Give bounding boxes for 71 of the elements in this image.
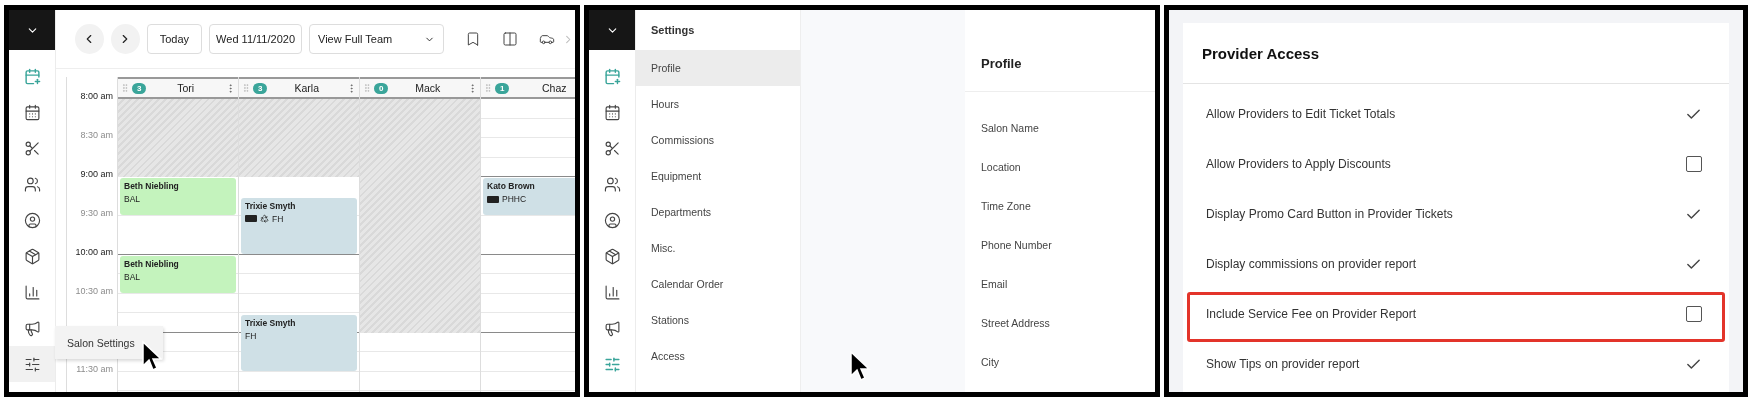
client-name: Kato Brown bbox=[487, 181, 536, 191]
option-label: Allow Providers to Apply Discounts bbox=[1206, 156, 1391, 173]
appointment-card[interactable]: Trixie Smyth FH bbox=[241, 314, 357, 371]
drag-handle-icon[interactable] bbox=[120, 83, 130, 93]
column-name: Mack bbox=[414, 82, 442, 94]
option-label: Display Promo Card Button in Provider Tickets bbox=[1206, 206, 1453, 223]
pointer-icon bbox=[849, 350, 871, 382]
appointment-card[interactable]: Beth Niebling BAL bbox=[120, 178, 236, 215]
time-label: 9:00 am bbox=[80, 169, 113, 179]
field-label: Time Zone bbox=[980, 198, 1032, 214]
client-name: Trixie Smyth bbox=[245, 317, 297, 328]
time-label: 8:30 am bbox=[80, 130, 113, 140]
service-code: FH bbox=[272, 213, 284, 224]
team-select[interactable]: View Full Team bbox=[309, 24, 445, 54]
today-button[interactable]: Today bbox=[146, 24, 203, 54]
menu-item[interactable]: Access bbox=[636, 338, 800, 374]
service-code: FH bbox=[245, 330, 257, 341]
service-code: PHHC bbox=[502, 194, 527, 204]
field-label: City bbox=[980, 354, 1001, 370]
option-label: Display commissions on provider report bbox=[1206, 256, 1417, 273]
columns-icon[interactable] bbox=[502, 31, 519, 47]
field-label: Salon Name bbox=[980, 120, 1040, 136]
appointment-card[interactable]: Beth Niebling BAL bbox=[120, 256, 236, 293]
card-icon bbox=[487, 195, 499, 203]
checkbox[interactable] bbox=[1686, 156, 1702, 172]
menu-item[interactable]: Calendar Order bbox=[636, 266, 800, 302]
option-label: Show Tips on provider report bbox=[1206, 356, 1360, 373]
service-code: BAL bbox=[124, 272, 141, 282]
appointment-card[interactable]: Trixie Smyth FH bbox=[241, 197, 357, 254]
card-title: Provider Access bbox=[1183, 23, 1729, 84]
menu-title: Settings bbox=[650, 23, 696, 38]
menu-item[interactable]: Equipment bbox=[636, 158, 800, 194]
menu-item[interactable]: Departments bbox=[636, 194, 800, 230]
client-name: Beth Niebling bbox=[124, 259, 180, 269]
menu-item[interactable]: Profile bbox=[636, 50, 800, 86]
field-label: Street Address bbox=[980, 315, 1051, 331]
card-title: Profile bbox=[965, 35, 1155, 92]
tooltip-text: Salon Settings bbox=[67, 336, 135, 349]
time-label: 9:30 am bbox=[80, 208, 113, 218]
time-label: 8:00 am bbox=[80, 91, 113, 101]
client-name: Beth Niebling bbox=[124, 181, 180, 191]
client-name: Trixie Smyth bbox=[245, 200, 297, 211]
option-label: Allow Providers to Edit Ticket Totals bbox=[1206, 106, 1396, 123]
count-badge: 0 bbox=[374, 82, 389, 94]
count-badge: 3 bbox=[132, 82, 147, 94]
menu-item[interactable]: Hours bbox=[636, 86, 800, 122]
drag-handle-icon[interactable] bbox=[241, 83, 251, 93]
column-name: Chaz bbox=[540, 82, 568, 94]
menu-item[interactable]: Commissions bbox=[636, 122, 800, 158]
date-button[interactable]: Wed 11/11/2020 bbox=[209, 24, 302, 54]
column-name: Tori bbox=[176, 82, 196, 94]
sidebar-item[interactable] bbox=[9, 346, 55, 382]
option-label: Include Service Fee on Provider Report bbox=[1206, 306, 1417, 323]
count-badge: 1 bbox=[495, 82, 510, 94]
time-label: 11:30 am bbox=[76, 364, 113, 374]
field-label: Location bbox=[980, 159, 1022, 175]
time-label: 10:30 am bbox=[75, 286, 113, 296]
field-label: Phone Number bbox=[980, 237, 1053, 253]
count-badge: 3 bbox=[253, 82, 268, 94]
column-name: Karla bbox=[293, 82, 320, 94]
field-label: Email bbox=[980, 276, 1009, 292]
drag-handle-icon[interactable] bbox=[483, 83, 493, 93]
service-code: BAL bbox=[124, 194, 141, 204]
menu-item[interactable]: Stations bbox=[636, 302, 800, 338]
drag-handle-icon[interactable] bbox=[362, 83, 372, 93]
recycle-icon bbox=[260, 214, 269, 223]
checkbox[interactable] bbox=[1686, 306, 1702, 322]
time-label: 10:00 am bbox=[75, 247, 113, 257]
card-icon bbox=[245, 215, 257, 222]
appointment-card[interactable]: Kato Brown PHHC bbox=[483, 178, 575, 215]
menu-item[interactable]: Misc. bbox=[636, 230, 800, 266]
